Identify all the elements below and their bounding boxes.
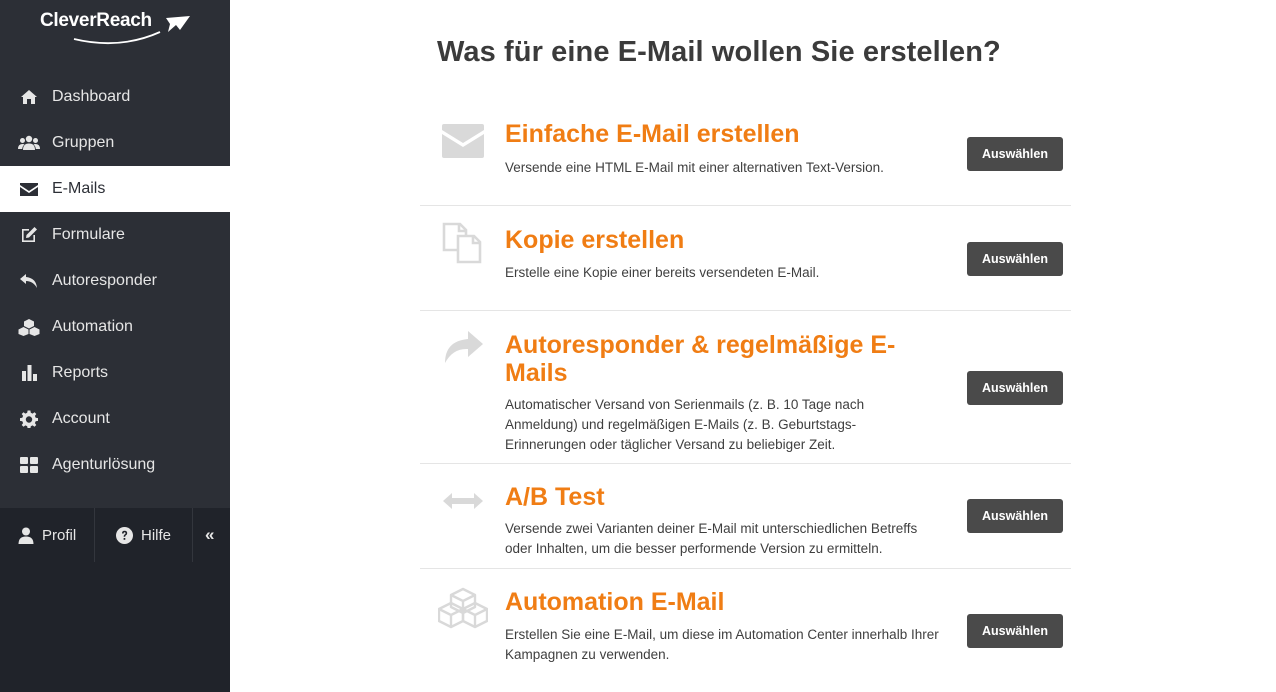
option-copy-email: Kopie erstellen Erstelle eine Kopie eine… [420,206,1071,311]
select-button[interactable]: Auswählen [967,137,1063,171]
sidebar-item-reports[interactable]: Reports [0,350,230,396]
select-button[interactable]: Auswählen [967,614,1063,648]
sidebar-item-label: Automation [52,318,133,335]
option-description: Erstelle eine Kopie einer bereits versen… [505,265,820,280]
hilfe-label: Hilfe [141,526,172,544]
page-title: Was für eine E-Mail wollen Sie erstellen… [437,36,1001,68]
gear-icon [18,409,40,429]
sidebar-item-autoresponder[interactable]: Autoresponder [0,258,230,304]
sidebar-item-label: Reports [52,364,109,381]
grid-icon [18,455,40,475]
sidebar-top: CleverReach Dashboard Gruppen E-Mails Fo… [0,0,230,508]
email-type-options: Einfache E-Mail erstellen Versende eine … [420,100,1071,689]
double-chevron-left-icon: « [205,525,215,544]
reply-icon [18,271,40,291]
select-button[interactable]: Auswählen [967,242,1063,276]
option-title: A/B Test [505,483,605,511]
arrows-horizontal-icon [438,476,488,526]
option-ab-test: A/B Test Versende zwei Varianten deiner … [420,464,1071,569]
cubes-icon [438,583,488,633]
copy-icon [438,218,488,268]
option-description: Versende eine HTML E-Mail mit einer alte… [505,160,884,175]
brand-logo[interactable]: CleverReach [40,10,190,45]
envelope-icon [18,179,40,199]
sidebar-item-label: Gruppen [52,134,115,151]
sidebar-item-dashboard[interactable]: Dashboard [0,74,230,120]
option-description: Versende zwei Varianten deiner E-Mail mi… [505,521,918,556]
collapse-sidebar-button[interactable]: « [193,508,230,562]
sidebar-item-formulare[interactable]: Formulare [0,212,230,258]
home-icon [18,87,40,107]
main-nav: Dashboard Gruppen E-Mails Formulare Auto… [0,74,230,488]
profil-label: Profil [42,526,77,544]
option-description: Erstellen Sie eine E-Mail, um diese im A… [505,627,939,662]
sidebar-bottom: Profil Hilfe « [0,508,230,692]
sidebar-item-label: Formulare [52,226,125,243]
option-simple-email: Einfache E-Mail erstellen Versende eine … [420,100,1071,206]
sidebar-footer-bar: Profil Hilfe « [0,508,230,562]
sidebar-item-label: Agenturlösung [52,456,156,473]
option-title: Kopie erstellen [505,226,685,254]
option-automation-email: Automation E-Mail Erstellen Sie eine E-M… [420,569,1071,689]
help-icon [116,526,133,544]
user-icon [18,527,34,544]
edit-icon [18,225,40,245]
sidebar-item-emails[interactable]: E-Mails [0,166,230,212]
hilfe-link[interactable]: Hilfe [95,508,193,562]
cubes-icon [18,317,40,337]
sidebar-item-label: E-Mails [52,180,106,197]
option-title: Autoresponder & regelmäßige E-Mails [505,331,896,387]
select-button[interactable]: Auswählen [967,371,1063,405]
sidebar-item-automation[interactable]: Automation [0,304,230,350]
sidebar-item-label: Account [52,410,110,427]
main-content: Was für eine E-Mail wollen Sie erstellen… [230,0,1276,692]
sidebar: CleverReach Dashboard Gruppen E-Mails Fo… [0,0,230,692]
sidebar-item-gruppen[interactable]: Gruppen [0,120,230,166]
select-button[interactable]: Auswählen [967,499,1063,533]
logo-swoosh-icon [73,16,190,45]
option-description: Automatischer Versand von Serienmails (z… [505,397,865,452]
option-title: Einfache E-Mail erstellen [505,120,800,148]
share-arrow-icon [438,323,488,373]
sidebar-item-label: Autoresponder [52,272,157,289]
bar-chart-icon [18,363,40,383]
profil-link[interactable]: Profil [0,508,95,562]
envelope-icon [438,116,488,166]
option-autoresponder: Autoresponder & regelmäßige E-Mails Auto… [420,311,1071,464]
sidebar-item-agenturloesung[interactable]: Agenturlösung [0,442,230,488]
sidebar-item-label: Dashboard [52,88,131,105]
users-icon [18,133,40,153]
option-title: Automation E-Mail [505,588,725,616]
sidebar-item-account[interactable]: Account [0,396,230,442]
